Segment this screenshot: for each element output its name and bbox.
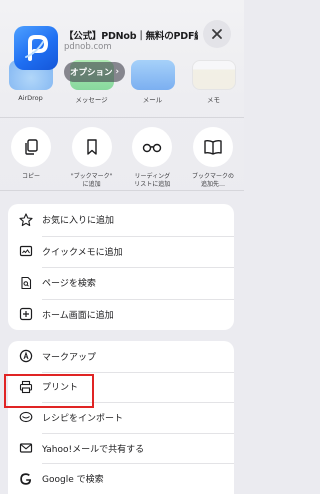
action-label: コピー — [21, 173, 40, 180]
notes-icon — [191, 60, 236, 90]
menu-item-add-home[interactable]: ホーム画面に追加 — [8, 298, 234, 331]
printer-icon — [19, 380, 33, 393]
action-bookmark-to[interactable]: ブックマークの 追加先… — [188, 127, 238, 189]
close-icon — [212, 29, 222, 39]
share-app-label: AirDrop — [18, 94, 43, 102]
menu-item-label: クイックメモに追加 — [42, 247, 123, 258]
markup-icon — [19, 350, 33, 363]
action-add-bookmark[interactable]: "ブックマーク" に追加 — [67, 127, 117, 189]
pdnob-logo-icon — [25, 35, 48, 61]
menu-item-label: Google で検索 — [42, 475, 104, 486]
action-label: "ブックマーク" に追加 — [70, 173, 113, 188]
divider — [0, 190, 244, 191]
add-square-icon — [19, 308, 33, 321]
action-copy[interactable]: コピー — [6, 127, 56, 189]
mail-icon — [130, 60, 175, 90]
options-button[interactable]: オプション › — [64, 62, 126, 82]
menu-item-label: レシピをインポート — [42, 413, 124, 424]
divider — [0, 117, 244, 118]
action-circle — [132, 127, 173, 167]
google-icon — [20, 472, 32, 485]
share-app-notes[interactable]: メモ — [191, 60, 236, 104]
action-circle — [11, 127, 51, 167]
envelope-icon — [19, 443, 33, 453]
copy-icon — [25, 139, 38, 155]
menu-item-label: Yahoo!メールで共有する — [42, 444, 145, 455]
menu-item-add-favorites[interactable]: お気に入りに追加 — [8, 204, 234, 236]
menu-item-import-recipe[interactable]: レシピをインポート — [8, 402, 234, 433]
menu-item-label: マークアップ — [42, 352, 97, 363]
star-icon — [19, 213, 33, 226]
action-circle — [71, 127, 112, 167]
site-icon — [14, 26, 58, 70]
share-app-label: メモ — [207, 96, 220, 104]
menu-item-label: ページを検索 — [42, 279, 96, 290]
menu-item-find-on-page[interactable]: ページを検索 — [8, 267, 234, 299]
close-button[interactable] — [203, 20, 231, 48]
menu-item-label: お気に入りに追加 — [42, 216, 115, 227]
actions-group-2: マークアップ プリント レシピをインポート Yahoo!メールで共有する Goo… — [8, 341, 234, 494]
share-sheet: AirDrop メッセージ メール メモ 【公式】PDNob｜無料のPDF編… … — [0, 0, 244, 494]
quick-note-icon — [19, 246, 33, 257]
share-app-label: メール — [142, 96, 163, 104]
menu-item-quick-note[interactable]: クイックメモに追加 — [8, 235, 234, 268]
share-app-mail[interactable]: メール — [130, 60, 175, 104]
bookmark-icon — [86, 139, 97, 155]
actions-row: コピー "ブックマーク" に追加 リーディング リストに追加 ブックマークの 追… — [6, 127, 238, 189]
share-app-label: メッセージ — [75, 96, 108, 104]
menu-item-label: プリント — [42, 383, 79, 394]
find-page-icon — [21, 276, 32, 289]
book-icon — [204, 139, 222, 155]
action-label: ブックマークの 追加先… — [191, 173, 234, 188]
menu-item-print[interactable]: プリント — [8, 371, 234, 403]
actions-group-1: お気に入りに追加 クイックメモに追加 ページを検索 ホーム画面に追加 — [8, 204, 234, 330]
chevron-right-icon: › — [115, 67, 120, 77]
menu-item-label: ホーム画面に追加 — [42, 310, 114, 321]
glasses-icon — [143, 143, 162, 153]
page-url: pdnob.com — [64, 42, 112, 52]
action-circle — [192, 127, 233, 167]
menu-item-yahoo-mail[interactable]: Yahoo!メールで共有する — [8, 432, 234, 464]
page-title: 【公式】PDNob｜無料のPDF編… — [64, 31, 198, 42]
options-label: オプション — [70, 68, 113, 78]
recipe-icon — [19, 412, 33, 423]
menu-item-markup[interactable]: マークアップ — [8, 341, 234, 372]
menu-item-google-search[interactable]: Google で検索 — [8, 463, 234, 494]
action-reading-list[interactable]: リーディング リストに追加 — [127, 127, 177, 189]
action-label: リーディング リストに追加 — [134, 173, 171, 188]
